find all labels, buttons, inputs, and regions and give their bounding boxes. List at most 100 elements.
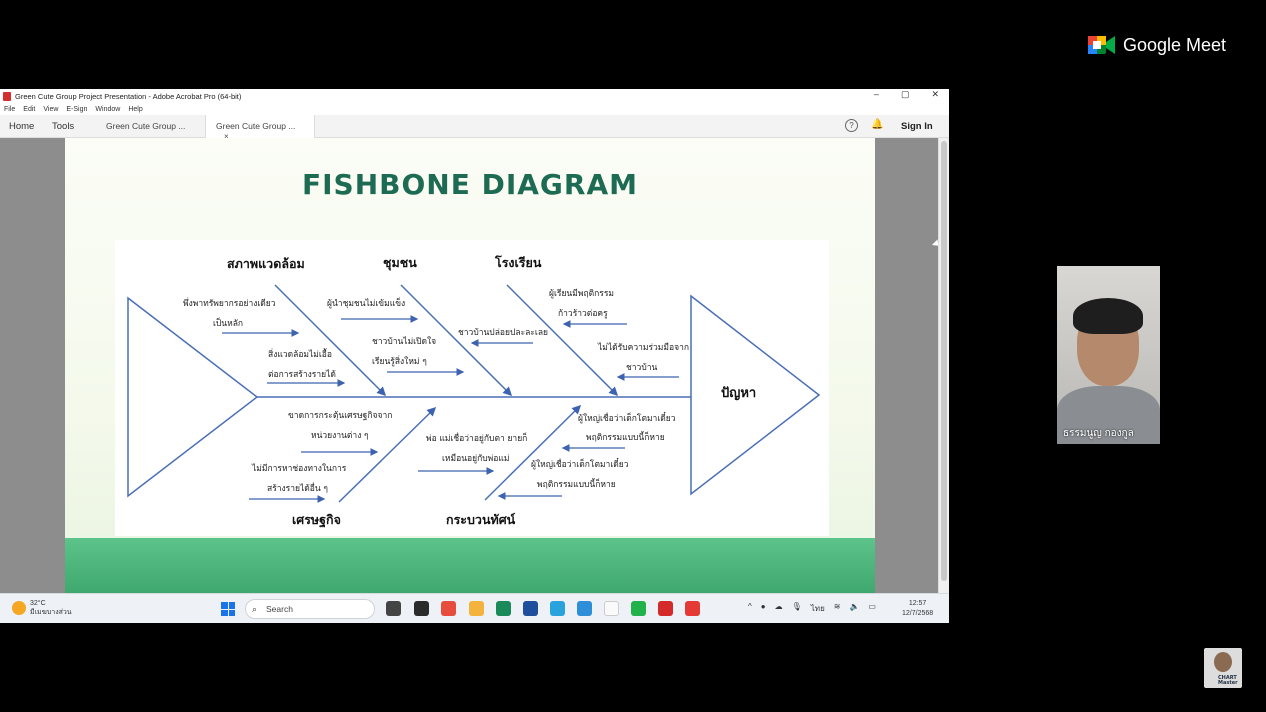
wps-icon[interactable] (685, 601, 700, 616)
cause-label: ขาดการกระตุ้นเศรษฐกิจจาก (288, 410, 392, 421)
cause-label: ก้าวร้าวต่อครู (558, 308, 608, 319)
windows-taskbar: 32°C มีเมฆบางส่วน ⌕ Search ^ ● ☁ 🎙 ไทย ≋… (0, 593, 949, 623)
document-viewer[interactable]: FISHBONE DIAGRAM สภาพแวดล้อม ชุมชน โรงเร… (0, 138, 949, 593)
slide-decoration (65, 538, 875, 593)
cause-label: ผู้เรียนมีพฤติกรรม (549, 288, 614, 299)
cause-label: หน่วยงานต่าง ๆ (311, 431, 369, 441)
acrobat-taskbar-icon[interactable] (658, 601, 673, 616)
tab-tools[interactable]: Tools (52, 121, 74, 132)
cause-label: ผู้ใหญ่เชื่อว่าเด็กโตมาเดี๋ยว (578, 412, 676, 424)
task-view-icon[interactable] (386, 601, 401, 616)
app-icon[interactable] (414, 601, 429, 616)
problem-label: ปัญหา (721, 386, 756, 401)
menu-window[interactable]: Window (95, 106, 120, 113)
sign-in-button[interactable]: Sign In (901, 121, 933, 132)
search-icon: ⌕ (252, 604, 258, 614)
avatar-label-2: Master (1218, 680, 1238, 686)
acrobat-icon (3, 91, 11, 101)
mic-icon[interactable]: 🎙 (792, 602, 802, 615)
bone-school (506, 284, 619, 397)
cause-label: สิ่งแวดล้อมไม่เอื้อ (268, 348, 332, 360)
restore-button[interactable]: ▢ (901, 89, 910, 100)
language-indicator[interactable]: ไทย (811, 602, 825, 615)
slide-title: FISHBONE DIAGRAM (301, 168, 638, 201)
cause-label: เป็นหลัก (213, 317, 243, 329)
taskbar-clock[interactable]: 12:57 12/7/2568 (902, 599, 933, 619)
scrollbar-thumb[interactable] (941, 141, 947, 581)
cause-label: เหมือนอยู่กับพ่อแม่ (442, 453, 509, 464)
participant-video-tile[interactable]: ธรรมนูญ กองกูล (1057, 266, 1160, 444)
cause-label: ผู้นำชุมชนไม่เข้มแข็ง (327, 297, 405, 309)
menu-esign[interactable]: E-Sign (66, 106, 87, 113)
windows-start-icon[interactable] (221, 602, 235, 616)
cause-label: ชาวบ้าน (626, 362, 657, 373)
shared-screen-window: Green Cute Group Project Presentation - … (0, 89, 949, 623)
meet-brand-text: Google Meet (1123, 34, 1227, 55)
tab-document-1[interactable]: Green Cute Group ... (96, 115, 195, 138)
window-title: Green Cute Group Project Presentation - … (15, 91, 242, 101)
cause-label: ผู้ใหญ่เชื่อว่าเด็กโตมาเดี๋ยว (531, 458, 629, 470)
avatar-face (1214, 652, 1232, 672)
participant-hair (1073, 298, 1143, 334)
slide-page: FISHBONE DIAGRAM สภาพแวดล้อม ชุมชน โรงเร… (65, 138, 875, 593)
app-icon[interactable] (523, 601, 538, 616)
cause-label: ต่อการสร้างรายได้ (268, 369, 336, 380)
menu-help[interactable]: Help (128, 106, 142, 113)
help-icon[interactable]: ? (845, 119, 858, 132)
category-school: โรงเรียน (494, 255, 542, 270)
menu-bar: File Edit View E-Sign Window Help (0, 103, 949, 115)
cause-label: พฤติกรรมแบบนี้ก็หาย (586, 431, 665, 443)
line-icon[interactable] (631, 601, 646, 616)
menu-file[interactable]: File (4, 106, 15, 113)
taskbar-search[interactable]: ⌕ Search (245, 599, 375, 619)
wifi-icon[interactable]: ≋ (834, 602, 841, 615)
battery-icon[interactable]: ▭ (868, 602, 876, 615)
tray-app-icon[interactable]: ● (761, 602, 766, 615)
edge-icon[interactable] (496, 601, 511, 616)
meet-screen: Google Meet Green Cute Group Project Pre… (0, 0, 1266, 712)
menu-view[interactable]: View (43, 106, 58, 113)
tray-chevron-icon[interactable]: ^ (748, 602, 752, 615)
tab-document-2[interactable]: Green Cute Group ... × (205, 115, 315, 141)
cause-label: พึ่งพาทรัพยากรอย่างเดียว (183, 297, 276, 309)
weather-widget[interactable]: 32°C มีเมฆบางส่วน (12, 599, 72, 617)
category-community: ชุมชน (383, 255, 417, 271)
speaker-icon[interactable]: 🔈 (849, 602, 859, 615)
file-explorer-icon[interactable] (469, 601, 484, 616)
cause-label: ชาวบ้านปล่อยปละละเลย (458, 327, 548, 338)
cloud-icon[interactable]: ☁ (775, 602, 783, 615)
tab-home[interactable]: Home (9, 121, 34, 132)
chrome-icon[interactable] (441, 601, 456, 616)
system-tray: ^ ● ☁ 🎙 ไทย ≋ 🔈 ▭ (748, 602, 876, 615)
tab-document-2-label: Green Cute Group ... (216, 121, 296, 131)
bell-icon[interactable]: 🔔 (871, 119, 883, 130)
app-icon[interactable] (577, 601, 592, 616)
category-economy: เศรษฐกิจ (292, 512, 341, 528)
google-meet-logo: Google Meet (1088, 34, 1226, 56)
cause-label: ไม่ได้รับความร่วมมือจาก (597, 342, 689, 353)
category-paradigm: กระบวนทัศน์ (446, 512, 516, 527)
tab-document-1-label: Green Cute Group ... (106, 121, 186, 131)
cause-label: สร้างรายได้อื่น ๆ (267, 482, 328, 494)
minimize-button[interactable]: – (874, 89, 879, 100)
window-titlebar: Green Cute Group Project Presentation - … (0, 89, 949, 103)
notepad-icon[interactable] (604, 601, 619, 616)
fishbone-diagram-svg: สภาพแวดล้อม ชุมชน โรงเรียน เศรษฐกิจ กระบ… (127, 255, 821, 528)
category-environment: สภาพแวดล้อม (227, 256, 305, 271)
cause-label: พฤติกรรมแบบนี้ก็หาย (537, 478, 616, 490)
clock-time: 12:57 (908, 600, 927, 607)
bone-economy (338, 406, 437, 503)
meet-camera-icon (1088, 36, 1115, 54)
weather-desc: มีเมฆบางส่วน (30, 609, 72, 616)
fishbone-diagram: สภาพแวดล้อม ชุมชน โรงเรียน เศรษฐกิจ กระบ… (115, 240, 829, 536)
menu-edit[interactable]: Edit (23, 106, 35, 113)
cause-label: พ่อ แม่เชื่อว่าอยู่กับตา ยายก็ (426, 432, 527, 444)
close-button[interactable]: ✕ (931, 89, 939, 100)
weather-icon (12, 601, 26, 615)
self-view-avatar[interactable]: CHART Master (1204, 648, 1242, 688)
clock-date: 12/7/2568 (902, 610, 934, 617)
tab-bar: Home Tools Green Cute Group ... Green Cu… (0, 115, 949, 141)
document-scrollbar[interactable] (938, 138, 949, 593)
app-icon[interactable] (550, 601, 565, 616)
taskbar-search-label: Search (266, 604, 293, 614)
